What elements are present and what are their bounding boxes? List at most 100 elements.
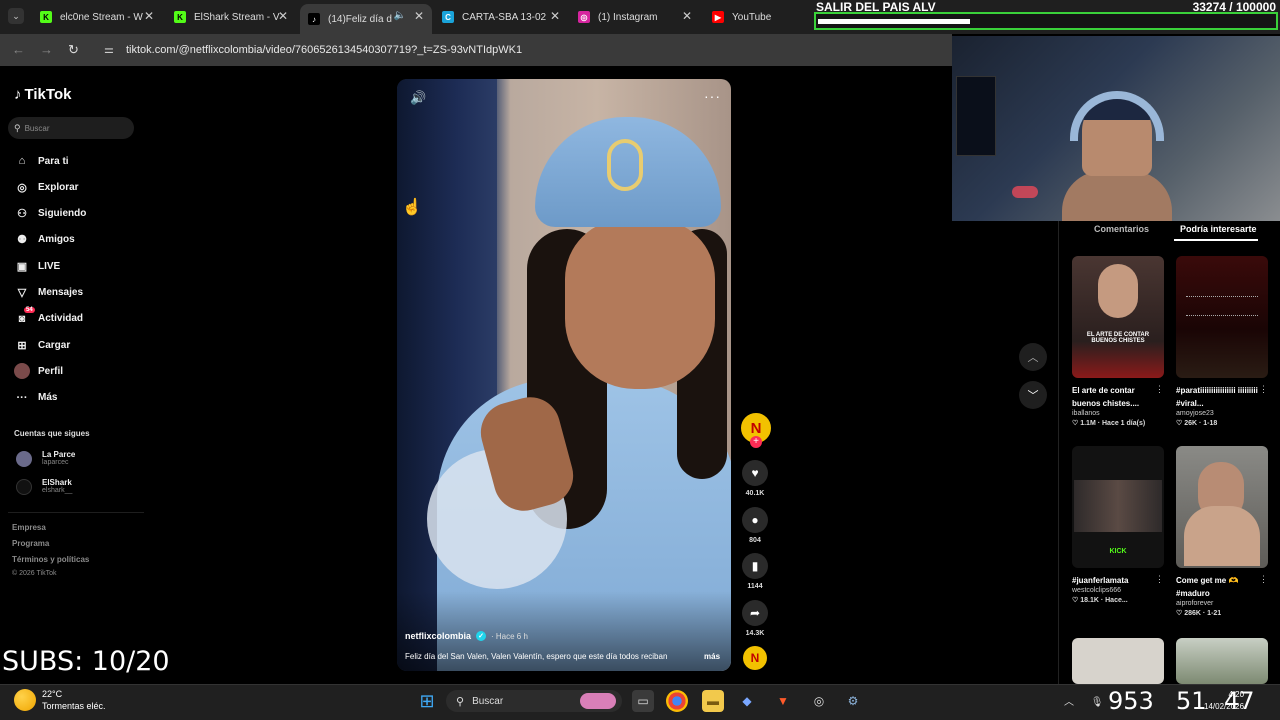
taskbar-clock[interactable]: 4:20 14/02/2026 <box>1204 689 1244 713</box>
recommended-card-4[interactable] <box>1072 638 1164 684</box>
close-icon[interactable]: ✕ <box>278 9 288 23</box>
brave-icon[interactable]: ▼ <box>772 690 794 712</box>
card-menu-icon[interactable]: ⋮ <box>1259 574 1268 585</box>
browser-tab-0[interactable]: K elc0ne Stream - W ✕ <box>32 4 162 30</box>
tab-search-dropdown-icon[interactable]: ⌄ <box>8 8 24 24</box>
recommended-card-5[interactable] <box>1176 638 1268 684</box>
chrome-icon[interactable] <box>666 690 688 712</box>
browser-tab-4[interactable]: ◎ (1) Instagram ✕ <box>570 4 700 30</box>
card-thumbnail[interactable] <box>1176 256 1268 378</box>
address-bar: ← → ↻ ⚌ tiktok.com/@netflixcolombia/vide… <box>0 34 952 66</box>
description-more-link[interactable]: más <box>704 652 720 661</box>
volume-icon[interactable]: 🔊 <box>410 90 426 106</box>
card-menu-icon[interactable]: ⋮ <box>1155 574 1164 585</box>
video-player[interactable] <box>397 79 731 671</box>
next-video-button[interactable]: ﹀ <box>1019 381 1047 409</box>
tiktok-icon: ♪ <box>308 13 320 25</box>
footer-link-programa[interactable]: Programa <box>12 539 49 548</box>
close-icon[interactable]: ✕ <box>414 9 424 23</box>
close-icon[interactable]: ✕ <box>144 9 154 23</box>
card-menu-icon[interactable]: ⋮ <box>1259 384 1268 395</box>
sidebar-item-perfil[interactable]: Perfil <box>14 362 63 380</box>
like-button[interactable]: ♥ 40.1K <box>740 460 770 497</box>
browser-tab-3[interactable]: C CARTA-SBA 13-02 ✕ <box>434 4 568 30</box>
tab-comentarios[interactable]: Comentarios <box>1094 224 1149 234</box>
save-button[interactable]: ▮ 1144 <box>740 553 770 590</box>
microphone-icon[interactable]: 🎙 <box>1091 697 1104 708</box>
recommended-card-0[interactable]: EL ARTE DE CONTAR BUENOS CHISTES ⋮ El ar… <box>1072 256 1164 427</box>
share-icon[interactable]: ➦ <box>742 600 768 626</box>
sidebar-item-explorar[interactable]: ◎ Explorar <box>14 178 78 196</box>
tab-podria-interesarte[interactable]: Podría interesarte <box>1180 224 1257 234</box>
sidebar-item-para-ti[interactable]: ⌂ Para ti <box>14 152 69 170</box>
more-options-icon[interactable]: ··· <box>704 88 721 104</box>
file-explorer-icon[interactable]: ▬ <box>702 690 724 712</box>
card-author[interactable]: amoyjose23 <box>1176 410 1268 417</box>
chevron-down-icon: ﹀ <box>1027 390 1039 402</box>
recommended-card-1[interactable]: ⋮ #paratiiiiiiiiiiiiiiii iiiiiiiii #vira… <box>1176 256 1268 427</box>
card-thumbnail[interactable]: EL ARTE DE CONTAR BUENOS CHISTES <box>1072 256 1164 378</box>
card-thumbnail[interactable] <box>1072 638 1164 684</box>
card-author[interactable]: iballanos <box>1072 410 1164 417</box>
sidebar-item-actividad[interactable]: ◙ 54 Actividad <box>14 306 83 328</box>
weather-desc: Tormentas eléc. <box>42 701 106 711</box>
footer-link-empresa[interactable]: Empresa <box>12 523 46 532</box>
recommended-card-3[interactable]: ⋮ Come get me 🫶 #maduro aiproforever ♡ 2… <box>1176 446 1268 617</box>
recommended-card-2[interactable]: KICK ⋮ #juanferlamata westcolclips666 ♡ … <box>1072 446 1164 604</box>
tiktok-logo[interactable]: ♪ TikTok <box>14 86 71 103</box>
music-disc-icon[interactable]: N <box>743 646 767 670</box>
sidebar-item-amigos[interactable]: ⚉ Amigos <box>14 231 75 249</box>
app-diamond-icon[interactable]: ◆ <box>736 690 758 712</box>
comment-button[interactable]: ● 804 <box>740 507 770 544</box>
forward-icon[interactable]: → <box>40 42 53 57</box>
author-name[interactable]: netflixcolombia <box>405 631 471 641</box>
card-menu-icon[interactable]: ⋮ <box>1155 384 1164 395</box>
follow-plus-icon[interactable]: + <box>750 436 762 448</box>
speaker-icon[interactable]: 🔈 <box>394 10 406 21</box>
sidebar-item-cargar[interactable]: ⊞ Cargar <box>14 336 70 354</box>
sidebar-item-label: Mensajes <box>38 287 84 298</box>
back-icon[interactable]: ← <box>12 42 25 57</box>
sidebar-item-mensajes[interactable]: ▽ Mensajes <box>14 284 83 302</box>
previous-video-button[interactable]: ︿ <box>1019 343 1047 371</box>
system-tray[interactable]: ︿ 🎙 <box>1064 693 1103 708</box>
close-icon[interactable]: ✕ <box>550 9 560 23</box>
bookmark-icon[interactable]: ▮ <box>742 553 768 579</box>
card-author[interactable]: westcolclips666 <box>1072 587 1164 594</box>
app-circle-icon[interactable]: ◎ <box>808 690 830 712</box>
close-icon[interactable]: ✕ <box>682 9 692 23</box>
card-stats: ♡ 1.1M · Hace 1 día(s) <box>1072 420 1146 427</box>
reload-icon[interactable]: ↻ <box>68 42 79 58</box>
weather-widget[interactable]: 22°C Tormentas eléc. <box>14 688 106 712</box>
card-author[interactable]: aiproforever <box>1176 600 1268 607</box>
site-info-icon[interactable]: ⚌ <box>104 43 114 56</box>
url-field[interactable]: tiktok.com/@netflixcolombia/video/760652… <box>126 44 522 56</box>
search-placeholder: Buscar <box>24 123 50 133</box>
following-account-0[interactable]: La Parce laparcec <box>16 450 75 467</box>
sidebar-item-siguiendo[interactable]: ⚇ Siguiendo <box>14 205 86 223</box>
sidebar-item-live[interactable]: ▣ LIVE <box>14 257 60 275</box>
steam-icon[interactable]: ⚙ <box>842 690 864 712</box>
footer-link-terminos[interactable]: Términos y políticas <box>12 555 89 564</box>
sidebar-item-más[interactable]: ··· Más <box>14 389 58 407</box>
share-count: 14.3K <box>745 630 765 637</box>
sidebar-item-label: Amigos <box>38 234 75 246</box>
browser-tab-1[interactable]: K ElShark Stream - V ✕ <box>166 4 296 30</box>
weather-icon <box>14 689 36 711</box>
chevron-up-icon[interactable]: ︿ <box>1064 697 1074 708</box>
card-title: #paratiiiiiiiiiiiiiiii iiiiiiiii #viral.… <box>1176 386 1258 408</box>
following-account-1[interactable]: ElShark elshark__ <box>16 478 72 495</box>
search-input[interactable]: ⚲ Buscar <box>8 117 134 139</box>
browser-tab-5[interactable]: ▶ YouTube <box>704 4 812 30</box>
card-thumbnail[interactable]: KICK <box>1072 446 1164 568</box>
taskbar-search[interactable]: ⚲ Buscar <box>446 690 622 712</box>
share-button[interactable]: ➦ 14.3K <box>740 600 770 637</box>
windows-start-icon[interactable]: ⊞ <box>416 690 438 712</box>
video-author[interactable]: netflixcolombia ✓ · Hace 6 h <box>405 631 528 641</box>
card-thumbnail[interactable] <box>1176 638 1268 684</box>
card-thumbnail[interactable] <box>1176 446 1268 568</box>
browser-tab-2[interactable]: ♪ (14)Feliz día d 🔈 ✕ <box>300 4 432 34</box>
heart-icon[interactable]: ♥ <box>742 460 768 486</box>
task-view-icon[interactable]: ▭ <box>632 690 654 712</box>
comment-icon[interactable]: ● <box>742 507 768 533</box>
